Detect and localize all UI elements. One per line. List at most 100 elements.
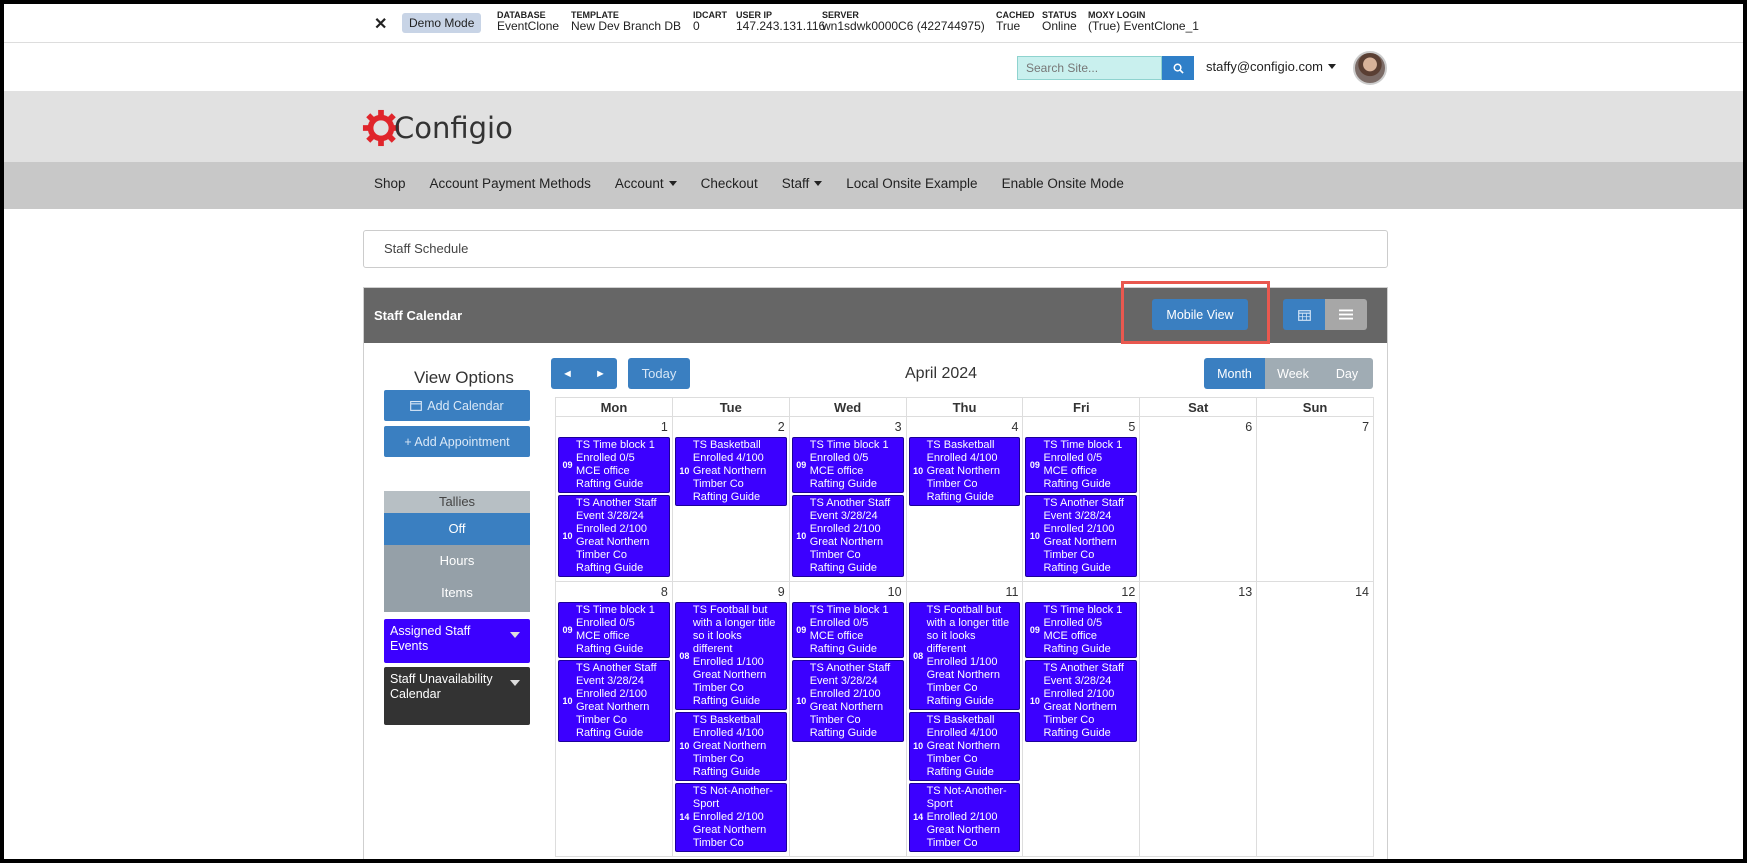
calendar-event[interactable]: 10 TS Another Staff Event 3/28/24 Enrolle… bbox=[558, 660, 670, 742]
calendar-event[interactable]: 10 TS Basketball Enrolled 4/100 Great Nor… bbox=[908, 712, 1021, 781]
calendar-event[interactable]: 10 TS Basketball Enrolled 4/100 Great Nor… bbox=[674, 712, 787, 781]
day-cell[interactable]: 10 09 TS Time block 1 Enrolled 0/5 MCE off… bbox=[790, 582, 907, 856]
calendar-event[interactable]: 14 TS Not-Another- Sport Enrolled 2/100 G… bbox=[908, 783, 1021, 852]
event-text: TS Another Staff Event 3/28/24 Enrolled … bbox=[1043, 662, 1124, 739]
add-calendar-button[interactable]: Add Calendar bbox=[384, 390, 530, 421]
day-cell[interactable]: 6 bbox=[1140, 417, 1258, 581]
nav-item-local-onsite-example[interactable]: Local Onsite Example bbox=[846, 176, 977, 191]
calendar-event[interactable]: 09 TS Time block 1 Enrolled 0/5 MCE offic… bbox=[558, 437, 670, 493]
debug-field-database: DATABASE EventClone bbox=[497, 10, 559, 34]
debug-field-user-ip: USER IP 147.243.131.116 bbox=[736, 10, 825, 34]
calendar-mode-group: Month Week Day bbox=[1204, 358, 1373, 389]
debug-bar: ✕ Demo Mode DATABASE EventClone TEMPLATE… bbox=[4, 4, 1743, 43]
nav-item-account-payment-methods[interactable]: Account Payment Methods bbox=[430, 176, 591, 191]
close-icon[interactable]: ✕ bbox=[374, 14, 387, 34]
day-cell[interactable]: 5 09 TS Time block 1 Enrolled 0/5 MCE offi… bbox=[1023, 417, 1141, 581]
event-time: 14 bbox=[679, 812, 690, 822]
nav-item-staff[interactable]: Staff bbox=[782, 176, 823, 191]
debug-field-status: STATUS Online bbox=[1042, 10, 1077, 34]
event-time: 14 bbox=[913, 812, 924, 822]
tally-hours[interactable]: Hours bbox=[384, 545, 530, 577]
filter-staff-unavailability-calendar[interactable]: Staff Unavailability Calendar bbox=[384, 667, 530, 725]
nav-item-account[interactable]: Account bbox=[615, 176, 677, 191]
user-menu[interactable]: staffy@configio.com bbox=[1206, 59, 1337, 74]
calendar-event[interactable]: 09 TS Time block 1 Enrolled 0/5 MCE offic… bbox=[791, 602, 904, 658]
calendar-event[interactable]: 10 TS Another Staff Event 3/28/24 Enrolle… bbox=[791, 660, 904, 742]
calendar-event[interactable]: 10 TS Another Staff Event 3/28/24 Enrolle… bbox=[558, 495, 670, 577]
event-text: TS Time block 1 Enrolled 0/5 MCE office … bbox=[1043, 604, 1123, 655]
day-cell[interactable]: 13 bbox=[1140, 582, 1258, 856]
debug-value: (True) EventClone_1 bbox=[1088, 19, 1199, 34]
mobile-view-button[interactable]: Mobile View bbox=[1152, 299, 1248, 330]
day-cell[interactable]: 8 09 TS Time block 1 Enrolled 0/5 MCE offi… bbox=[556, 582, 673, 856]
nav-label: Enable Onsite Mode bbox=[1001, 176, 1124, 191]
event-time: 10 bbox=[1029, 695, 1040, 706]
event-text: TS Not-Another- Sport Enrolled 2/100 Gre… bbox=[692, 785, 773, 849]
avatar[interactable] bbox=[1353, 51, 1387, 85]
calendar-event[interactable]: 09 TS Time block 1 Enrolled 0/5 MCE offic… bbox=[1025, 437, 1138, 493]
day-cell[interactable]: 12 09 TS Time block 1 Enrolled 0/5 MCE off… bbox=[1023, 582, 1141, 856]
event-text: TS Another Staff Event 3/28/24 Enrolled … bbox=[1043, 497, 1124, 574]
calendar-event[interactable]: 08 TS Football but with a longer title so… bbox=[908, 602, 1021, 710]
calendar-event[interactable]: 10 TS Another Staff Event 3/28/24 Enrolle… bbox=[1025, 660, 1138, 742]
breadcrumb: Staff Schedule bbox=[363, 230, 1388, 268]
nav-item-checkout[interactable]: Checkout bbox=[701, 176, 758, 191]
month-mode-button[interactable]: Month bbox=[1204, 358, 1265, 389]
day-cell[interactable]: 11 08 TS Football but with a longer title … bbox=[907, 582, 1024, 856]
list-view-button[interactable] bbox=[1325, 299, 1367, 330]
today-button[interactable]: Today bbox=[628, 358, 690, 389]
event-text: TS Basketball Enrolled 4/100 Great North… bbox=[926, 439, 1000, 503]
next-month-button[interactable]: ► bbox=[584, 358, 617, 389]
filter-assigned-staff-events[interactable]: Assigned Staff Events bbox=[384, 619, 530, 663]
day-cell[interactable]: 3 09 TS Time block 1 Enrolled 0/5 MCE offi… bbox=[790, 417, 907, 581]
week-row: 8 09 TS Time block 1 Enrolled 0/5 MCE offi… bbox=[556, 582, 1375, 857]
nav-label: Shop bbox=[374, 176, 406, 191]
weekday-mon: Mon bbox=[556, 398, 673, 416]
weekday-sun: Sun bbox=[1257, 398, 1375, 416]
week-mode-button[interactable]: Week bbox=[1265, 358, 1321, 389]
add-appointment-button[interactable]: + Add Appointment bbox=[384, 426, 530, 457]
event-text: TS Football but with a longer title so i… bbox=[926, 604, 1010, 707]
search-input[interactable] bbox=[1017, 56, 1162, 80]
nav-item-enable-onsite-mode[interactable]: Enable Onsite Mode bbox=[1002, 176, 1124, 191]
calendar-event[interactable]: 09 TS Time block 1 Enrolled 0/5 MCE offic… bbox=[558, 602, 670, 658]
logo[interactable]: Configio bbox=[362, 109, 513, 147]
calendar-event[interactable]: 09 TS Time block 1 Enrolled 0/5 MCE offic… bbox=[1025, 602, 1138, 658]
calendar-event[interactable]: 08 TS Football but with a longer title so… bbox=[674, 602, 787, 710]
weekday-fri: Fri bbox=[1023, 398, 1141, 416]
nav-label: Local Onsite Example bbox=[846, 176, 978, 191]
day-cell[interactable]: 7 bbox=[1257, 417, 1375, 581]
calendar-event[interactable]: 09 TS Time block 1 Enrolled 0/5 MCE offic… bbox=[791, 437, 904, 493]
staff-calendar-panel: Staff Calendar Mobile View View Options … bbox=[363, 281, 1388, 859]
event-text: TS Time block 1 Enrolled 0/5 MCE office … bbox=[576, 439, 655, 490]
prev-month-button[interactable]: ◄ bbox=[551, 358, 584, 389]
calendar-event[interactable]: 10 TS Another Staff Event 3/28/24 Enrolle… bbox=[791, 495, 904, 577]
tally-items[interactable]: Items bbox=[384, 577, 530, 609]
day-cell[interactable]: 9 08 TS Football but with a longer title s… bbox=[673, 582, 790, 856]
tallies-group: Tallies Off Hours Items bbox=[384, 491, 530, 612]
debug-value: True bbox=[996, 19, 1021, 34]
calendar-event[interactable]: 10 TS Basketball Enrolled 4/100 Great Nor… bbox=[908, 437, 1021, 506]
nav-item-shop[interactable]: Shop bbox=[374, 176, 406, 191]
day-number: 7 bbox=[1362, 420, 1370, 434]
calendar-view-button[interactable] bbox=[1283, 299, 1325, 330]
user-email: staffy@configio.com bbox=[1206, 59, 1324, 74]
debug-value: 0 bbox=[693, 19, 700, 34]
calendar-event[interactable]: 10 TS Basketball Enrolled 4/100 Great Nor… bbox=[674, 437, 787, 506]
day-cell[interactable]: 2 10 TS Basketball Enrolled 4/100 Great No… bbox=[673, 417, 790, 581]
calendar-event[interactable]: 14 TS Not-Another- Sport Enrolled 2/100 G… bbox=[674, 783, 787, 852]
event-time: 10 bbox=[562, 695, 573, 706]
chevron-down-icon bbox=[510, 680, 520, 686]
day-cell[interactable]: 1 09 TS Time block 1 Enrolled 0/5 MCE offi… bbox=[556, 417, 673, 581]
debug-value: EventClone bbox=[497, 19, 560, 34]
tally-off[interactable]: Off bbox=[384, 513, 530, 545]
day-mode-button[interactable]: Day bbox=[1321, 358, 1373, 389]
day-cell[interactable]: 14 bbox=[1257, 582, 1375, 856]
search-button[interactable] bbox=[1162, 56, 1194, 80]
weekday-sat: Sat bbox=[1140, 398, 1258, 416]
day-cell[interactable]: 4 10 TS Basketball Enrolled 4/100 Great No… bbox=[907, 417, 1024, 581]
day-number: 12 bbox=[1121, 585, 1136, 599]
debug-field-idcart: IDCART 0 bbox=[693, 10, 727, 34]
calendar-event[interactable]: 10 TS Another Staff Event 3/28/24 Enrolle… bbox=[1025, 495, 1138, 577]
day-number: 8 bbox=[660, 585, 668, 599]
